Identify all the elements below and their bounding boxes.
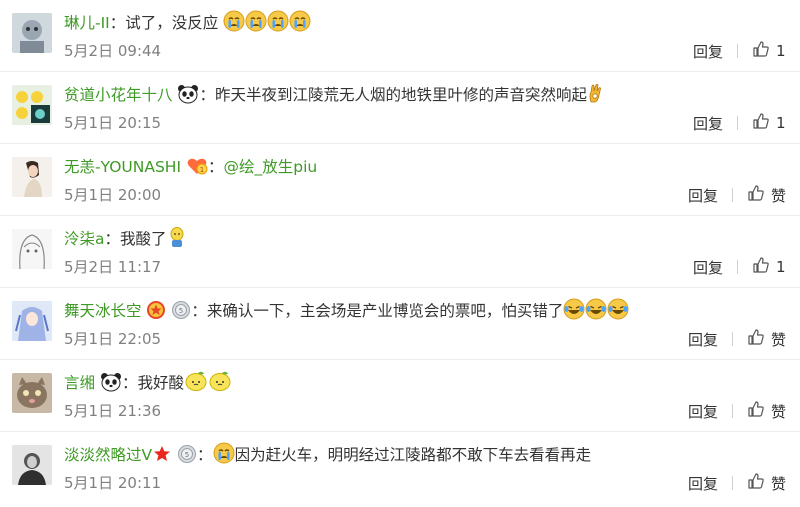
svg-text:5: 5 (185, 451, 189, 459)
comment-item: 贫道小花年十八 ：昨天半夜到江陵荒无人烟的地铁里叶修的声音突然响起 5月1日 2… (0, 72, 800, 144)
heart-badge: 1 (186, 156, 208, 176)
divider (737, 44, 738, 58)
divider (737, 116, 738, 130)
like-button[interactable]: 赞 (747, 184, 786, 206)
avatar[interactable] (12, 373, 52, 413)
thumbs-up-icon (747, 184, 771, 206)
divider (731, 332, 733, 346)
comment-text: 来确认一下，主会场是产业博览会的票吧，怕买错了 (206, 302, 564, 320)
lemon-person-emoji (167, 226, 187, 248)
medal-badge: 5 (177, 444, 197, 464)
laugh-cry-emoji (563, 298, 585, 320)
lemon-emoji (184, 370, 208, 392)
divider (731, 404, 733, 418)
crying-emoji (267, 10, 289, 32)
username[interactable]: 舞天冰长空 (64, 302, 142, 320)
avatar[interactable] (12, 157, 52, 197)
thumbs-up-icon (752, 40, 776, 62)
thumbs-up-icon (752, 112, 776, 134)
like-button[interactable]: 赞 (747, 472, 786, 494)
reply-button[interactable]: 回复 (688, 473, 718, 494)
medal-badge: 5 (171, 300, 191, 320)
reply-button[interactable]: 回复 (688, 185, 718, 206)
comment-date: 5月2日 09:44 (64, 42, 162, 60)
like-label: 赞 (770, 330, 786, 349)
crying-emoji (289, 10, 311, 32)
comment-item: 泠柒a：我酸了 5月2日 11:17 回复 1 (0, 216, 800, 288)
comment-date: 5月1日 20:00 (64, 186, 162, 204)
thumbs-up-icon (747, 400, 771, 422)
comment-item: 舞天冰长空 5 ：来确认一下，主会场是产业博览会的票吧，怕买错了 5月1日 22:… (0, 288, 800, 360)
crying-emoji (213, 442, 235, 464)
username[interactable]: 淡淡然略过V (64, 446, 152, 464)
avatar[interactable] (12, 85, 52, 125)
comment-item: 琳儿-II：试了，没反应 5月2日 09:44 回复 1 (0, 0, 800, 72)
comment-date: 5月2日 11:17 (64, 258, 162, 276)
crying-emoji (245, 10, 267, 32)
thumbs-up-icon (752, 256, 776, 278)
reply-button[interactable]: 回复 (693, 41, 723, 62)
thumbs-up-icon (747, 328, 771, 350)
comment-item: 言缃 ：我好酸 5月1日 21:36 回复 赞 (0, 360, 800, 432)
comment-text: 我好酸 (137, 374, 184, 392)
like-count: 1 (776, 258, 786, 276)
reply-button[interactable]: 回复 (688, 329, 718, 350)
like-button[interactable]: 1 (752, 112, 786, 134)
like-button[interactable]: 赞 (747, 400, 786, 422)
username[interactable]: 琳儿-II (64, 14, 110, 32)
mention-link[interactable]: @绘_放生piu (223, 158, 317, 176)
lemon-emoji (208, 370, 232, 392)
svg-text:1: 1 (200, 166, 204, 174)
avatar[interactable] (12, 301, 52, 341)
svg-text:5: 5 (179, 307, 183, 315)
comment-text: 昨天半夜到江陵荒无人烟的地铁里叶修的声音突然响起 (214, 86, 587, 104)
panda-badge (100, 372, 122, 392)
panda-badge (177, 84, 199, 104)
comment-item: 无恙-YOUNASHI 1 ：@绘_放生piu 5月1日 20:00 回复 赞 (0, 144, 800, 216)
star-badge (146, 300, 166, 320)
comment-date: 5月1日 20:11 (64, 474, 162, 492)
crying-emoji (223, 10, 245, 32)
laugh-cry-emoji (607, 298, 629, 320)
username[interactable]: 言缃 (64, 374, 95, 392)
avatar[interactable] (12, 445, 52, 485)
laugh-cry-emoji (585, 298, 607, 320)
comment-item: 淡淡然略过V 5：因为赶火车，明明经过江陵路都不敢下车去看看再走 5月1日 20… (0, 432, 800, 504)
comment-text: 我酸了 (120, 230, 167, 248)
avatar[interactable] (12, 13, 52, 53)
like-button[interactable]: 1 (752, 256, 786, 278)
username[interactable]: 贫道小花年十八 (64, 86, 173, 104)
ok-hand-emoji (587, 82, 603, 104)
comment-text: 因为赶火车，明明经过江陵路都不敢下车去看看再走 (234, 446, 592, 464)
comment-text: 试了，没反应 (125, 14, 219, 32)
like-label: 赞 (770, 402, 786, 421)
like-label: 赞 (770, 186, 786, 205)
divider (731, 188, 733, 202)
red-star-badge (152, 444, 172, 464)
username[interactable]: 无恙-YOUNASHI (64, 158, 181, 176)
thumbs-up-icon (747, 472, 771, 494)
reply-button[interactable]: 回复 (693, 113, 723, 134)
like-count: 1 (776, 114, 786, 132)
reply-button[interactable]: 回复 (688, 401, 718, 422)
username[interactable]: 泠柒a (64, 230, 105, 248)
like-count: 1 (776, 42, 786, 60)
divider (737, 260, 738, 274)
comment-date: 5月1日 20:15 (64, 114, 162, 132)
like-button[interactable]: 1 (752, 40, 786, 62)
divider (731, 476, 733, 490)
comment-list: 琳儿-II：试了，没反应 5月2日 09:44 回复 1 贫道小花年十八 ：昨天… (0, 0, 800, 507)
like-button[interactable]: 赞 (747, 328, 786, 350)
reply-button[interactable]: 回复 (693, 257, 723, 278)
avatar[interactable] (12, 229, 52, 269)
comment-date: 5月1日 22:05 (64, 330, 162, 348)
like-label: 赞 (770, 474, 786, 493)
comment-date: 5月1日 21:36 (64, 402, 162, 420)
